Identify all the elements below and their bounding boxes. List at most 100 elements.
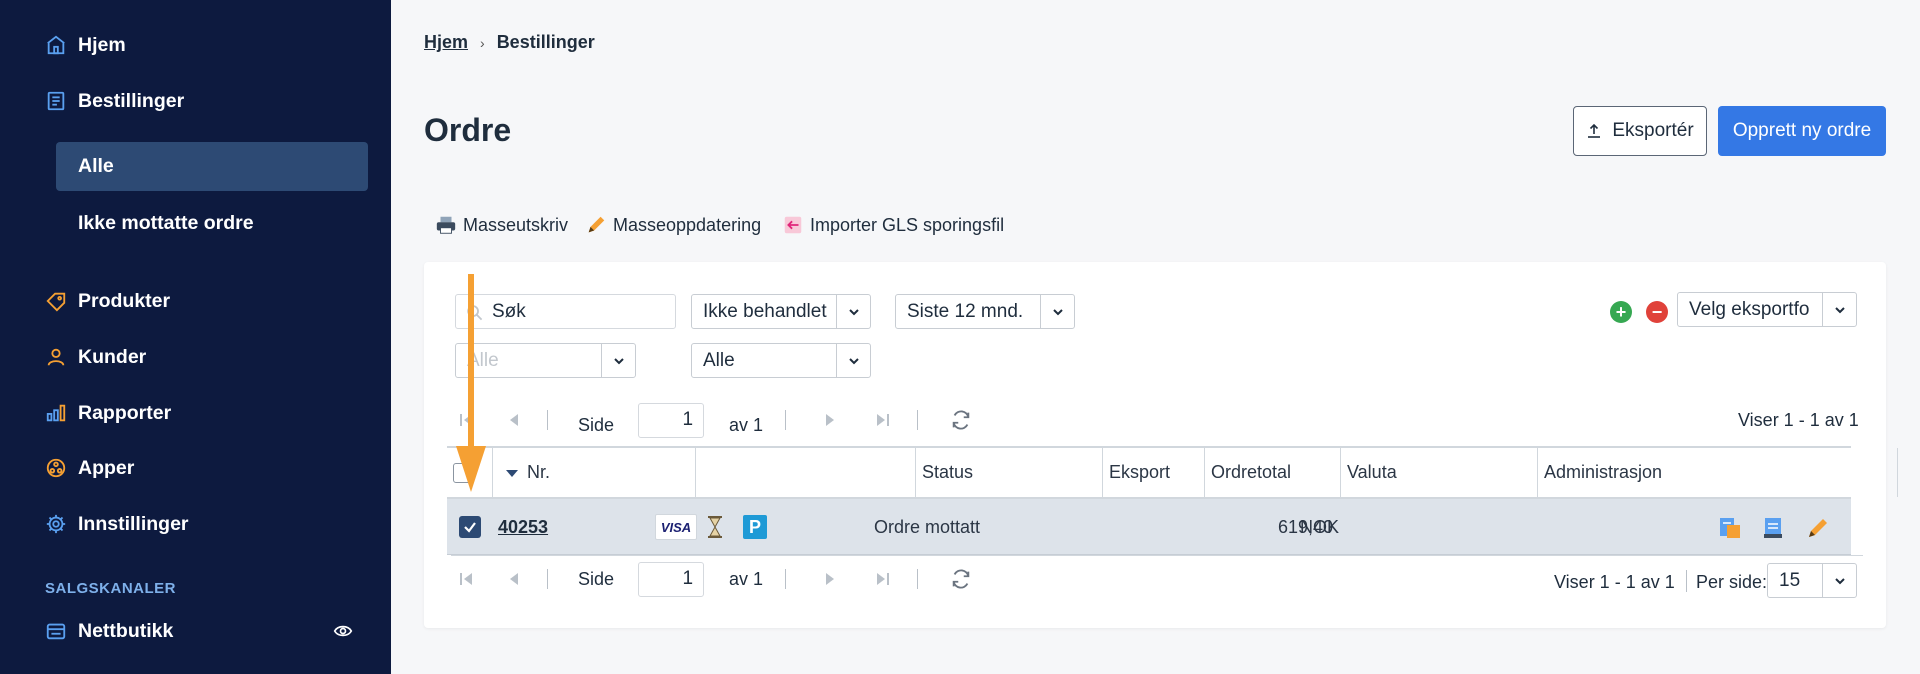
import-gls-label: Importer GLS sporingsfil [810,214,1005,235]
upload-icon [1588,123,1601,138]
section-label-salgskanaler: SALGSKANALER [45,580,177,597]
checkbox-checked-icon [459,516,481,538]
search-input-value: Søk [492,300,526,322]
pager-divider [917,410,919,430]
hourglass-icon [708,516,722,538]
sidebar-item-label: Kunder [78,345,147,368]
last-page-icon[interactable] [874,570,892,588]
chevron-down-icon [836,344,870,377]
page-number-input[interactable]: 1 [638,402,705,438]
refresh-icon[interactable] [950,568,972,590]
filter-four-value: Alle [703,349,735,371]
page-title: Ordre [424,112,512,148]
tag-icon [44,289,68,313]
mass-print-link[interactable]: Masseutskriv [435,211,568,239]
import-gls-link[interactable]: Importer GLS sporingsfil [782,211,1004,239]
sidebar-subitem-label: Ikke mottatte ordre [78,212,254,234]
header-nr-label: Nr. [527,462,551,482]
sidebar-item-label: Nettbutikk [78,619,174,642]
sidebar-subitem-alle[interactable]: Alle [56,142,368,191]
chevron-down-icon [601,344,635,377]
sidebar-item-label: Rapporter [78,401,172,424]
document-icon[interactable] [1761,515,1787,541]
sidebar-item-produkter[interactable]: Produkter [44,285,170,317]
user-icon [44,345,68,369]
export-format-value: Velg eksportfo [1689,298,1810,320]
period-filter-select[interactable]: Siste 12 mnd. [895,294,1075,329]
table-row[interactable]: 40253 VISA P Ordre mottatt 619,40 NOK [447,499,1851,555]
order-status: Ordre mottatt [874,516,981,537]
storefront-icon [44,619,68,643]
result-count-bottom: Viser 1 - 1 av 1 [1554,572,1675,592]
sidebar-item-label: Hjem [78,33,126,56]
pager-of-label: av 1 [729,568,764,589]
sidebar-item-label: Bestillinger [78,89,185,112]
gear-icon [44,512,68,536]
eye-icon[interactable] [333,621,353,641]
prev-page-icon[interactable] [505,570,523,588]
sidebar-item-label: Apper [78,456,135,479]
breadcrumb: Hjem › Bestillinger [424,32,595,53]
header-valuta[interactable]: Valuta [1341,448,1538,497]
per-page-select[interactable]: 15 [1767,563,1857,598]
mass-update-label: Masseoppdatering [613,214,762,235]
row-checkbox[interactable] [459,499,481,555]
prev-page-icon[interactable] [505,411,523,429]
add-filter-button[interactable]: + [1610,301,1632,323]
header-status[interactable]: Status [916,448,1103,497]
pager-of-label: av 1 [729,414,764,435]
edit-pencil-icon[interactable] [1805,515,1831,541]
first-page-icon[interactable] [457,570,475,588]
refresh-icon[interactable] [950,409,972,431]
result-count-top: Viser 1 - 1 av 1 [1738,410,1859,430]
export-button[interactable]: Eksportér [1573,106,1707,156]
header-ordretotal[interactable]: Ordretotal [1205,448,1341,497]
sidebar-item-rapporter[interactable]: Rapporter [44,397,171,429]
header-eksport[interactable]: Eksport [1103,448,1205,497]
sidebar: Hjem Bestillinger Alle Ikke mottatte ord… [0,0,391,674]
sidebar-item-bestillinger[interactable]: Bestillinger [44,85,184,117]
header-valuta-label: Valuta [1347,462,1397,482]
export-format-select[interactable]: Velg eksportfo [1677,292,1857,327]
invoice-icon[interactable] [1717,515,1743,541]
sidebar-item-apper[interactable]: Apper [44,452,134,484]
page-number-input[interactable]: 1 [638,561,705,597]
per-page-value: 15 [1779,569,1801,591]
next-page-icon[interactable] [821,411,839,429]
period-filter-value: Siste 12 mnd. [907,300,1024,322]
pager-divider [1686,570,1687,592]
search-input[interactable]: Søk [455,294,676,329]
sidebar-subitem-ikke-mottatte[interactable]: Ikke mottatte ordre [56,199,368,248]
breadcrumb-home-link[interactable]: Hjem [424,32,468,53]
last-page-icon[interactable] [874,411,892,429]
breadcrumb-current: Bestillinger [496,32,595,52]
sidebar-item-innstillinger[interactable]: Innstillinger [44,508,189,540]
sidebar-item-hjem[interactable]: Hjem [44,29,126,61]
printer-icon [436,216,456,234]
pager-divider [547,569,548,589]
status-filter-select[interactable]: Ikke behandlet [691,294,871,329]
table-footer-divider [451,555,1863,556]
pager-side-label: Side [578,568,615,589]
table-header: Nr. Status Eksport Ordretotal Valuta Adm… [447,446,1898,499]
status-filter-value: Ikke behandlet [703,300,827,322]
remove-filter-button[interactable]: − [1646,301,1668,323]
pager-top: Side 1 av 1 [451,402,1011,438]
header-nr[interactable]: Nr. [493,448,696,497]
sidebar-item-nettbutikk[interactable]: Nettbutikk [44,615,173,647]
parking-icon: P [743,515,767,539]
header-eksport-label: Eksport [1109,462,1171,482]
pencil-icon [588,216,605,233]
order-number-link[interactable]: 40253 [498,517,548,538]
pager-divider [547,410,548,430]
filter-four-select[interactable]: Alle [691,343,871,378]
apps-icon [44,456,68,480]
orders-icon [44,89,68,113]
new-order-button[interactable]: Opprett ny ordre [1718,106,1886,156]
next-page-icon[interactable] [821,570,839,588]
mass-update-link[interactable]: Masseoppdatering [585,211,761,239]
pager-divider [785,410,787,430]
sidebar-subitem-label: Alle [78,155,114,177]
pager-bottom: Side 1 av 1 [451,561,1011,597]
sidebar-item-kunder[interactable]: Kunder [44,341,146,373]
